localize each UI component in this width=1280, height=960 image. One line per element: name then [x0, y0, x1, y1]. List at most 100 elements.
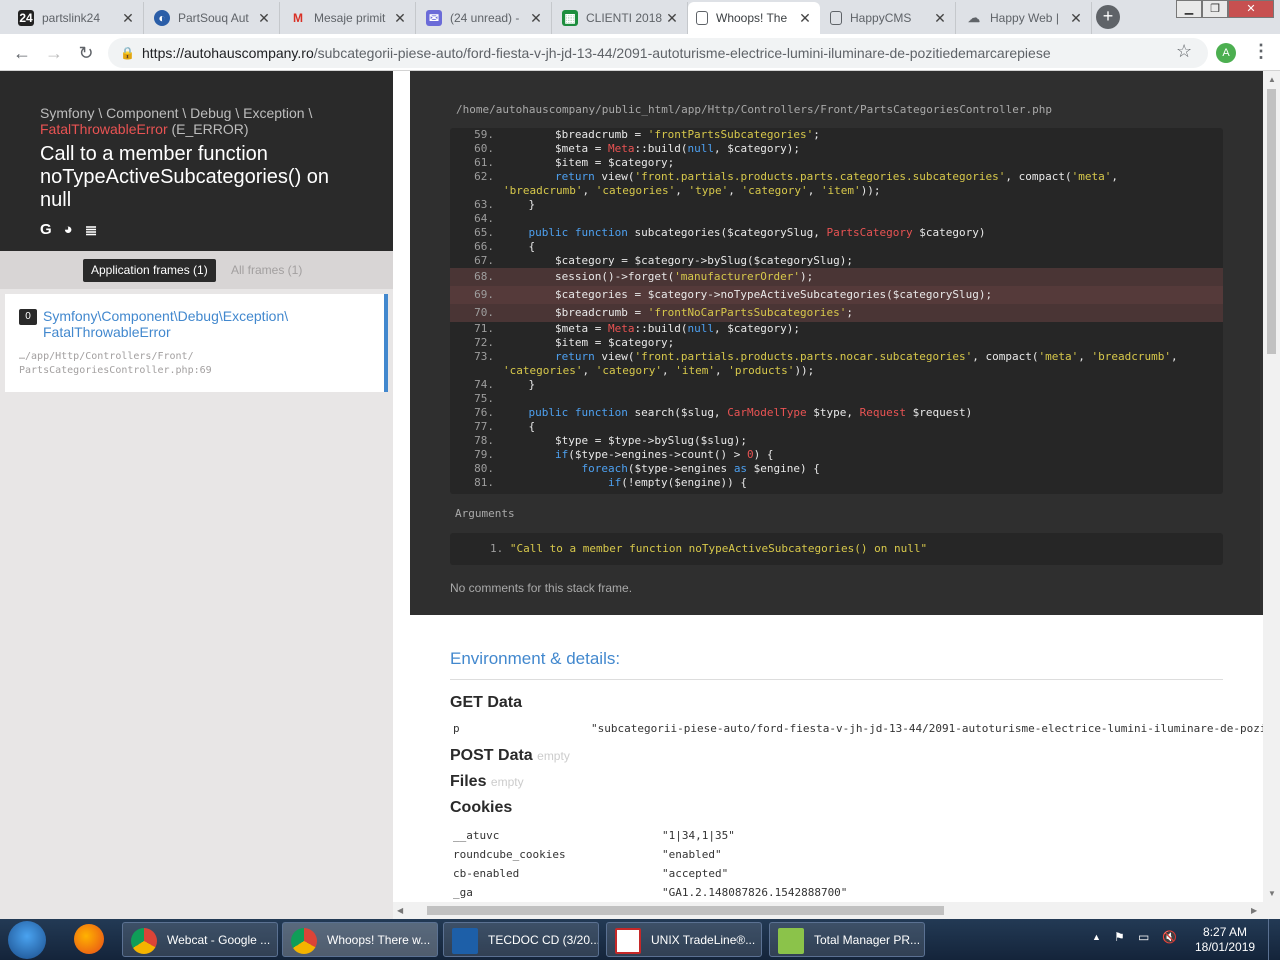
close-icon[interactable]: ✕: [798, 10, 812, 27]
horizontal-scrollbar[interactable]: ◀ ▶: [393, 902, 1263, 919]
mail-icon: ✉: [426, 10, 442, 26]
scroll-right-icon[interactable]: ▶: [1251, 906, 1257, 915]
gmail-icon: M: [293, 11, 303, 25]
frame-file-line2: PartsCategoriesController.php:69: [19, 365, 212, 376]
vertical-scroll-thumb[interactable]: [1267, 89, 1276, 354]
page-icon: [696, 11, 708, 25]
post-data-title: POST Data: [450, 747, 533, 764]
right-panel: /home/autohauscompany/public_html/app/Ht…: [410, 71, 1263, 919]
maximize-button[interactable]: ❐: [1202, 0, 1228, 18]
close-icon[interactable]: ✕: [121, 10, 135, 27]
argument-index: 1.: [490, 542, 504, 555]
search-links: G ◕ ≣: [40, 221, 97, 239]
code-line: 64.: [474, 212, 494, 225]
forward-button[interactable]: →: [42, 41, 66, 65]
unix-icon: [615, 928, 641, 954]
close-icon[interactable]: ✕: [529, 10, 543, 27]
get-data-row: p "subcategorii-piese-auto/ford-fiesta-v…: [453, 722, 1263, 741]
application-frames-button[interactable]: Application frames (1): [83, 259, 216, 282]
no-comments-text: No comments for this stack frame.: [450, 581, 633, 595]
close-icon[interactable]: ✕: [933, 10, 947, 27]
arguments-box: 1. "Call to a member function noTypeActi…: [450, 533, 1223, 565]
environment-details: Environment & details: GET Data p "subca…: [450, 649, 1263, 905]
taskbar-item-webcat[interactable]: Webcat - Google ...: [122, 922, 278, 957]
frame-class-line2: FatalThrowableError: [43, 324, 171, 340]
tab-happycms[interactable]: HappyCMS ✕: [822, 2, 956, 34]
files-empty: empty: [490, 775, 524, 789]
tab-label: PartSouq Aut: [178, 11, 249, 25]
taskbar-item-whoops[interactable]: Whoops! There w...: [282, 922, 438, 957]
cookie-row: roundcube_cookies "enabled": [453, 848, 1223, 867]
system-clock[interactable]: 8:27 AM 18/01/2019: [1195, 925, 1255, 955]
stack-frame[interactable]: 0 Symfony\Component\Debug\Exception\ Fat…: [5, 294, 388, 392]
start-button[interactable]: [8, 921, 46, 959]
tab-whoops[interactable]: Whoops! The ✕: [688, 2, 820, 34]
code-line: 59. $breadcrumb = 'frontPartsSubcategori…: [474, 128, 820, 141]
network-warning-icon[interactable]: ⚑: [1114, 930, 1125, 944]
taskbar-item-total-manager[interactable]: Total Manager PR...: [769, 922, 925, 957]
show-desktop-button[interactable]: [1268, 919, 1280, 960]
tab-mail[interactable]: ✉ (24 unread) - ✕: [418, 2, 552, 34]
left-panel: Symfony \ Component \ Debug \ Exception …: [0, 71, 393, 919]
page-icon: [830, 11, 842, 25]
tab-label: CLIENTI 2018: [586, 11, 663, 25]
taskbar-item-label: Total Manager PR...: [814, 933, 921, 947]
post-data-section: POST Data empty: [450, 747, 1223, 765]
close-icon[interactable]: ✕: [1069, 10, 1083, 27]
tab-partslink24[interactable]: 24 partslink24 ✕: [10, 2, 144, 34]
total-manager-icon: [778, 928, 804, 954]
menu-dots-icon[interactable]: ⋮: [1252, 41, 1270, 62]
taskbar-item-label: Whoops! There w...: [327, 933, 431, 947]
stackoverflow-icon[interactable]: ≣: [85, 221, 98, 239]
profile-avatar[interactable]: A: [1216, 43, 1236, 63]
cookie-row: __atuvc "1|34,1|35": [453, 829, 1223, 848]
tecdoc-icon: [452, 928, 478, 954]
address-bar[interactable]: 🔒 https://autohauscompany.ro/subcategori…: [108, 38, 1208, 68]
new-tab-button[interactable]: +: [1096, 5, 1120, 29]
code-line: 'categories', 'category', 'item', 'produ…: [502, 364, 815, 377]
google-icon[interactable]: G: [40, 221, 52, 239]
tab-gmail[interactable]: M Mesaje primit ✕: [282, 2, 416, 34]
tab-label: HappyCMS: [850, 11, 912, 25]
browser-toolbar: ← → ↻ 🔒 https://autohauscompany.ro/subca…: [0, 34, 1280, 71]
frame-index: 0: [19, 309, 37, 325]
code-line: 'breadcrumb', 'categories', 'type', 'cat…: [502, 184, 881, 197]
firefox-icon[interactable]: [74, 924, 104, 954]
close-icon[interactable]: ✕: [665, 10, 679, 27]
get-key: p: [453, 722, 460, 735]
tray-expand-icon[interactable]: ▲: [1092, 932, 1101, 942]
duckduckgo-icon[interactable]: ◕: [64, 221, 73, 239]
back-button[interactable]: ←: [10, 41, 34, 65]
sheets-icon: ▦: [562, 10, 578, 26]
horizontal-scroll-thumb[interactable]: [427, 906, 944, 915]
reload-button[interactable]: ↻: [74, 41, 98, 65]
taskbar-item-unix[interactable]: UNIX TradeLine®...: [606, 922, 762, 957]
tab-clienti[interactable]: ▦ CLIENTI 2018 ✕: [554, 2, 688, 34]
exception-namespace: Symfony \ Component \ Debug \ Exception …: [40, 105, 313, 121]
bookmark-star-icon[interactable]: ☆: [1176, 41, 1192, 62]
tab-partsouq[interactable]: ◐ PartSouq Aut ✕: [146, 2, 280, 34]
files-title: Files: [450, 773, 487, 790]
tab-happyweb[interactable]: ☁ Happy Web | ✕: [958, 2, 1092, 34]
tab-label: (24 unread) -: [450, 11, 520, 25]
scroll-up-icon[interactable]: ▲: [1268, 75, 1276, 84]
display-icon[interactable]: ▭: [1138, 930, 1149, 944]
code-line: 66. {: [474, 240, 536, 253]
close-icon[interactable]: ✕: [257, 10, 271, 27]
volume-muted-icon[interactable]: 🔇: [1162, 930, 1177, 944]
all-frames-button[interactable]: All frames (1): [223, 259, 310, 282]
cookie-row: cb-enabled "accepted": [453, 867, 1223, 886]
scroll-left-icon[interactable]: ◀: [397, 906, 403, 915]
tab-label: Mesaje primit: [314, 11, 386, 25]
vertical-scrollbar[interactable]: ▲ ▼: [1263, 71, 1280, 919]
taskbar-item-label: UNIX TradeLine®...: [651, 933, 756, 947]
code-line-highlighted: 70. $breadcrumb = 'frontNoCarPartsSubcat…: [450, 304, 1223, 322]
scroll-down-icon[interactable]: ▼: [1268, 889, 1276, 898]
cookie-key: _ga: [453, 886, 473, 899]
close-icon[interactable]: ✕: [393, 10, 407, 27]
minimize-button[interactable]: ▁: [1176, 0, 1202, 18]
close-window-button[interactable]: ✕: [1228, 0, 1274, 18]
code-line-error: 69. $categories = $category->noTypeActiv…: [450, 286, 1223, 304]
taskbar-item-tecdoc[interactable]: TECDOC CD (3/20...: [443, 922, 599, 957]
code-line: 61. $item = $category;: [474, 156, 675, 169]
